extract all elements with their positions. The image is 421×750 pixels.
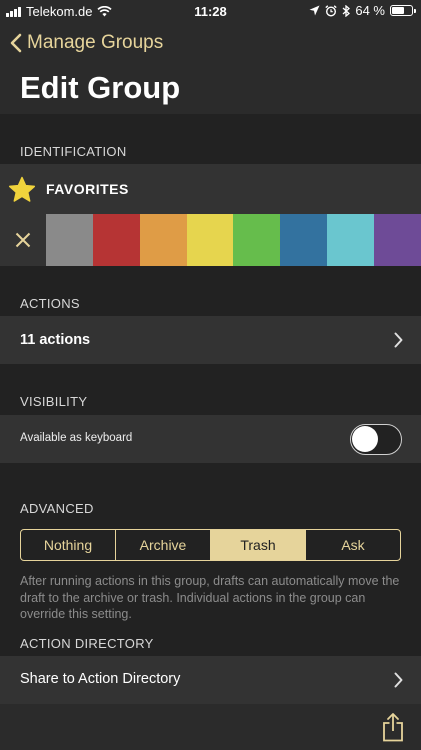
group-name: FAVORITES xyxy=(46,181,129,197)
after-action-segmented-control: Nothing Archive Trash Ask xyxy=(20,529,401,561)
battery-icon xyxy=(390,5,416,16)
segment-ask[interactable]: Ask xyxy=(306,530,400,560)
chevron-left-icon xyxy=(10,33,22,53)
color-swatch-gray[interactable] xyxy=(45,214,93,266)
location-icon xyxy=(309,5,320,16)
battery-percent: 64 % xyxy=(355,3,385,18)
advanced-description: After running actions in this group, dra… xyxy=(20,574,400,621)
advanced-header: ADVANCED xyxy=(20,501,94,516)
identification-header: IDENTIFICATION xyxy=(20,144,127,159)
actions-row[interactable]: 11 actions xyxy=(0,316,421,364)
alarm-icon xyxy=(325,4,338,17)
color-swatch-blue[interactable] xyxy=(280,214,328,266)
action-directory-header: ACTION DIRECTORY xyxy=(20,636,154,651)
back-label: Manage Groups xyxy=(27,32,164,53)
star-icon[interactable] xyxy=(8,176,36,203)
color-swatch-red[interactable] xyxy=(92,214,140,266)
close-icon xyxy=(15,232,31,248)
segment-nothing[interactable]: Nothing xyxy=(21,530,116,560)
keyboard-label: Available as keyboard xyxy=(20,432,133,444)
actions-count-label: 11 actions xyxy=(20,332,91,348)
toggle-knob xyxy=(352,426,378,452)
segment-trash[interactable]: Trash xyxy=(211,530,306,560)
segment-archive[interactable]: Archive xyxy=(116,530,211,560)
share-icon[interactable] xyxy=(382,712,404,742)
chevron-right-icon xyxy=(394,672,403,688)
keyboard-toggle[interactable] xyxy=(350,424,402,455)
page-title: Edit Group xyxy=(20,70,181,105)
share-to-directory-row[interactable]: Share to Action Directory xyxy=(0,656,421,704)
share-to-directory-label: Share to Action Directory xyxy=(20,671,181,687)
back-button[interactable]: Manage Groups xyxy=(10,32,163,54)
color-swatch-cyan[interactable] xyxy=(327,214,375,266)
group-name-row[interactable]: FAVORITES xyxy=(0,164,421,214)
color-swatch-green[interactable] xyxy=(233,214,281,266)
color-picker xyxy=(0,214,421,266)
status-bar: Telekom.de 11:28 64 % xyxy=(0,0,421,22)
actions-header: ACTIONS xyxy=(20,296,80,311)
navigation-bar: Manage Groups Edit Group xyxy=(0,22,421,114)
bluetooth-icon xyxy=(342,4,351,17)
color-swatch-purple[interactable] xyxy=(374,214,421,266)
status-right: 64 % xyxy=(309,3,416,18)
battery-level xyxy=(392,7,404,14)
bottom-toolbar xyxy=(0,704,421,750)
color-swatch-yellow[interactable] xyxy=(186,214,234,266)
keyboard-row: Available as keyboard xyxy=(0,415,421,463)
chevron-right-icon xyxy=(394,332,403,348)
visibility-header: VISIBILITY xyxy=(20,394,88,409)
clear-color-button[interactable] xyxy=(0,214,46,266)
color-swatch-orange[interactable] xyxy=(139,214,187,266)
